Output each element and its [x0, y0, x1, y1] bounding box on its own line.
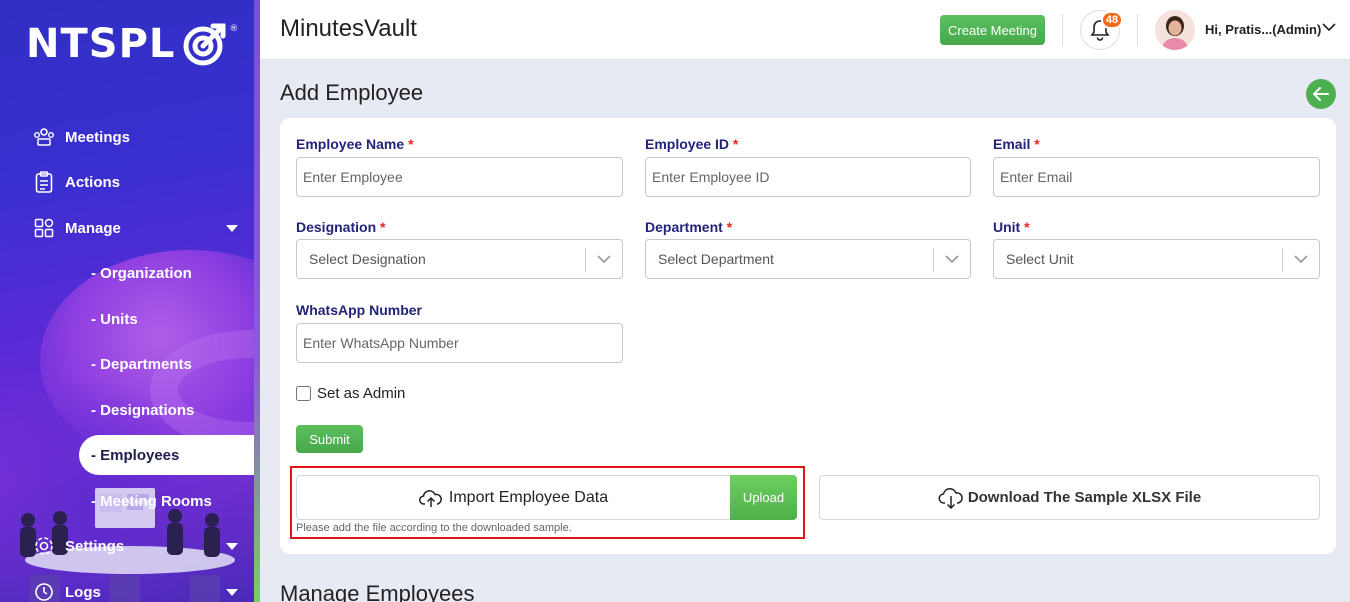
whatsapp-label: WhatsApp Number	[296, 302, 422, 318]
employee-name-label: Employee Name *	[296, 136, 414, 152]
sidebar-subitem-label: - Units	[91, 310, 138, 328]
sidebar-item-label: Settings	[65, 537, 125, 555]
download-sample-button[interactable]: Download The Sample XLSX File	[819, 475, 1320, 520]
sidebar-item-label: Actions	[65, 173, 121, 191]
sidebar-item-label: Manage	[65, 219, 121, 237]
user-name[interactable]: Hi, Pratis...(Admin)	[1205, 22, 1321, 37]
sidebar-item-label: Meetings	[65, 128, 131, 146]
select-placeholder: Select Unit	[1006, 251, 1074, 267]
unit-select[interactable]: Select Unit	[993, 239, 1320, 279]
required-mark: *	[732, 136, 739, 152]
chevron-down-icon	[1294, 255, 1308, 264]
employee-id-input[interactable]	[645, 157, 971, 197]
clipboard-icon	[33, 171, 55, 193]
sidebar-item-manage[interactable]: Manage	[0, 208, 254, 248]
meetings-icon	[33, 126, 55, 148]
import-file-picker[interactable]: Import Employee Data	[296, 475, 730, 520]
designation-select[interactable]: Select Designation	[296, 239, 623, 279]
user-photo	[1155, 10, 1195, 50]
label-text: Employee Name	[296, 136, 405, 152]
label-text: Department	[645, 219, 723, 235]
label-text: Unit	[993, 219, 1021, 235]
cloud-upload-icon	[418, 489, 442, 507]
import-label: Import Employee Data	[448, 488, 609, 506]
upload-button[interactable]: Upload	[730, 475, 797, 520]
app-title: MinutesVault	[280, 15, 417, 42]
sidebar-item-settings[interactable]: Settings	[0, 526, 254, 566]
page-title: Add Employee	[280, 80, 424, 105]
required-mark: *	[408, 136, 414, 152]
set-admin-checkbox[interactable]	[296, 386, 311, 401]
download-label: Download The Sample XLSX File	[967, 489, 1202, 506]
back-button[interactable]	[1306, 79, 1336, 109]
employee-name-input[interactable]	[296, 157, 623, 197]
department-select[interactable]: Select Department	[645, 239, 971, 279]
brand-logo[interactable]: NTSPL ®	[26, 20, 239, 68]
select-placeholder: Select Designation	[309, 251, 426, 267]
registered-mark: ®	[229, 24, 240, 34]
designation-label: Designation *	[296, 219, 385, 235]
logo-text: NTSPL	[26, 21, 176, 67]
sidebar-item-meetings[interactable]: Meetings	[0, 117, 254, 157]
sidebar-subitem-designations[interactable]: - Designations	[79, 390, 254, 430]
employee-id-label: Employee ID *	[645, 136, 738, 152]
sidebar-subitem-units[interactable]: - Units	[79, 299, 254, 339]
select-separator	[585, 248, 586, 272]
sidebar-subitem-employees[interactable]: - Employees	[79, 435, 254, 475]
sidebar-item-logs[interactable]: Logs	[0, 572, 254, 602]
manage-employees-title: Manage Employees	[280, 581, 475, 602]
required-mark: *	[726, 219, 733, 235]
chevron-down-icon	[945, 255, 959, 264]
label-text: Employee ID	[645, 136, 730, 152]
chevron-down-icon[interactable]	[1322, 22, 1336, 32]
chevron-down-icon	[597, 255, 611, 264]
department-label: Department *	[645, 219, 732, 235]
select-placeholder: Select Department	[658, 251, 774, 267]
sidebar-item-label: Logs	[65, 583, 101, 601]
whatsapp-input[interactable]	[296, 323, 623, 363]
submit-button[interactable]: Submit	[296, 425, 363, 453]
sidebar-edge	[254, 0, 260, 602]
sidebar-item-actions[interactable]: Actions	[0, 162, 254, 202]
sidebar-subitem-label: - Designations	[91, 401, 195, 419]
email-label: Email *	[993, 136, 1040, 152]
create-meeting-button[interactable]: Create Meeting	[940, 15, 1045, 45]
label-text: Email	[993, 136, 1031, 152]
set-admin-label: Set as Admin	[317, 385, 406, 402]
chevron-down-icon	[226, 542, 238, 550]
sidebar-subitem-label: - Employees	[91, 446, 180, 464]
notification-badge: 48	[1101, 11, 1123, 29]
top-header: MinutesVault Create Meeting 48 Hi, Prati…	[260, 0, 1350, 60]
cloud-download-icon	[938, 487, 963, 509]
header-divider	[1137, 14, 1138, 46]
required-mark: *	[1034, 136, 1040, 152]
sidebar: NTSPL ® Meetings Actions Manage - Organi…	[0, 0, 254, 602]
import-hint: Please add the file according to the dow…	[296, 522, 572, 534]
avatar[interactable]	[1155, 10, 1195, 50]
label-text: Designation	[296, 219, 377, 235]
logo-mark-icon	[183, 23, 226, 66]
chevron-down-icon	[226, 224, 238, 232]
gear-icon	[33, 535, 55, 557]
chevron-down-icon	[226, 588, 238, 596]
select-separator	[1282, 248, 1283, 272]
sidebar-subitem-label: - Meeting Rooms	[91, 492, 212, 510]
select-separator	[933, 248, 934, 272]
history-icon	[33, 581, 55, 602]
arrow-left-icon	[1313, 87, 1329, 101]
sidebar-subitem-label: - Departments	[91, 355, 192, 373]
header-divider	[1062, 14, 1063, 46]
required-mark: *	[380, 219, 386, 235]
sidebar-subitem-organization[interactable]: - Organization	[79, 253, 254, 293]
sidebar-subitem-label: - Organization	[91, 264, 192, 282]
email-input[interactable]	[993, 157, 1320, 197]
set-admin-option[interactable]: Set as Admin	[296, 385, 405, 402]
sidebar-subitem-departments[interactable]: - Departments	[79, 344, 254, 384]
unit-label: Unit *	[993, 219, 1030, 235]
required-mark: *	[1024, 219, 1030, 235]
sidebar-subitem-meeting-rooms[interactable]: - Meeting Rooms	[79, 481, 254, 521]
grid-icon	[33, 217, 55, 239]
